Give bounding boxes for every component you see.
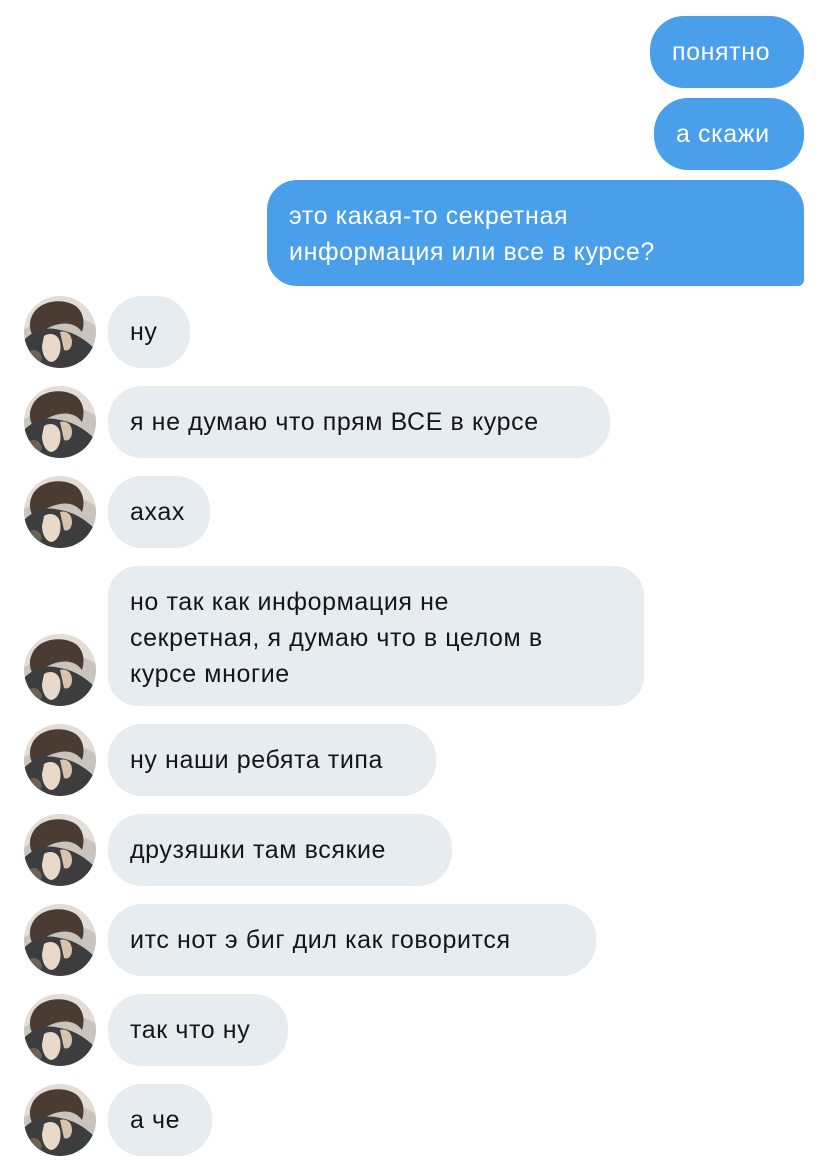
user-avatar[interactable] <box>24 994 96 1066</box>
avatar-image <box>24 634 96 706</box>
incoming-message[interactable]: я не думаю что прям ВСЕ в курсе <box>108 386 610 458</box>
avatar-image <box>24 724 96 796</box>
incoming-message[interactable]: так что ну <box>108 994 288 1066</box>
incoming-message[interactable]: ну <box>108 296 190 368</box>
avatar-image <box>24 904 96 976</box>
user-avatar[interactable] <box>24 386 96 458</box>
user-avatar[interactable] <box>24 476 96 548</box>
user-avatar[interactable] <box>24 634 96 706</box>
incoming-message[interactable]: но так как информация не секретная, я ду… <box>108 566 644 706</box>
user-avatar[interactable] <box>24 904 96 976</box>
outgoing-message[interactable]: это какая-то секретная информация или вс… <box>267 180 804 286</box>
avatar-image <box>24 386 96 458</box>
avatar-image <box>24 814 96 886</box>
user-avatar[interactable] <box>24 1084 96 1156</box>
avatar-image <box>24 296 96 368</box>
avatar-image <box>24 994 96 1066</box>
avatar-image <box>24 1084 96 1156</box>
incoming-message[interactable]: итс нот э биг дил как говорится <box>108 904 596 976</box>
incoming-message[interactable]: друзяшки там всякие <box>108 814 452 886</box>
outgoing-message[interactable]: а скажи <box>654 98 804 170</box>
user-avatar[interactable] <box>24 724 96 796</box>
user-avatar[interactable] <box>24 814 96 886</box>
outgoing-message[interactable]: понятно <box>650 16 804 88</box>
incoming-message[interactable]: а че <box>108 1084 212 1156</box>
avatar-image <box>24 476 96 548</box>
user-avatar[interactable] <box>24 296 96 368</box>
incoming-message[interactable]: ахах <box>108 476 210 548</box>
incoming-message[interactable]: ну наши ребята типа <box>108 724 436 796</box>
